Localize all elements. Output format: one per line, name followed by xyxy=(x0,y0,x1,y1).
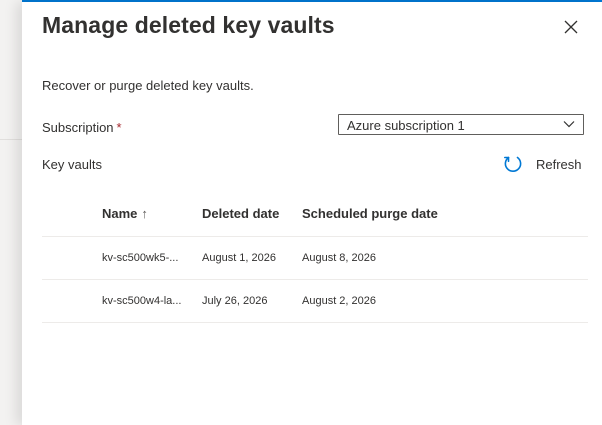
subscription-label-text: Subscription xyxy=(42,120,114,135)
close-icon xyxy=(564,20,578,34)
panel-title: Manage deleted key vaults xyxy=(42,12,335,38)
deleted-key-vaults-table: Name ↑ Deleted date Scheduled purge date … xyxy=(42,194,588,323)
required-marker: * xyxy=(116,120,122,135)
row-name: kv-sc500wk5-... xyxy=(102,252,179,264)
table-header: Name ↑ Deleted date Scheduled purge date xyxy=(42,194,588,237)
sort-ascending-icon: ↑ xyxy=(141,206,148,221)
row-purge-date: August 2, 2026 xyxy=(302,295,377,307)
key-vaults-label: Key vaults xyxy=(42,157,102,172)
panel-description: Recover or purge deleted key vaults. xyxy=(42,78,254,93)
refresh-label: Refresh xyxy=(536,156,582,172)
background-divider xyxy=(0,139,22,140)
row-deleted-date: August 1, 2026 xyxy=(202,252,277,264)
row-deleted-date: July 26, 2026 xyxy=(202,295,268,307)
subscription-label: Subscription * xyxy=(42,120,122,135)
column-header-name[interactable]: Name ↑ xyxy=(102,193,186,235)
column-header-purge-date[interactable]: Scheduled purge date xyxy=(302,193,502,235)
subscription-selected-value: Azure subscription 1 xyxy=(347,118,465,133)
row-name: kv-sc500w4-la... xyxy=(102,295,182,307)
subscription-dropdown[interactable]: Azure subscription 1 xyxy=(338,114,584,135)
table-row[interactable]: kv-sc500wk5-... August 1, 2026 August 8,… xyxy=(42,237,588,280)
chevron-down-icon xyxy=(563,121,575,128)
refresh-icon xyxy=(504,156,522,172)
column-header-name-label: Name xyxy=(102,206,138,221)
table-row[interactable]: kv-sc500w4-la... July 26, 2026 August 2,… xyxy=(42,280,588,323)
close-button[interactable] xyxy=(560,16,582,38)
column-header-deleted-date[interactable]: Deleted date xyxy=(202,193,292,235)
background-blade xyxy=(0,0,22,425)
row-purge-date: August 8, 2026 xyxy=(302,252,377,264)
manage-deleted-key-vaults-panel: Manage deleted key vaults Recover or pur… xyxy=(22,2,602,425)
refresh-button[interactable]: Refresh xyxy=(502,153,582,175)
